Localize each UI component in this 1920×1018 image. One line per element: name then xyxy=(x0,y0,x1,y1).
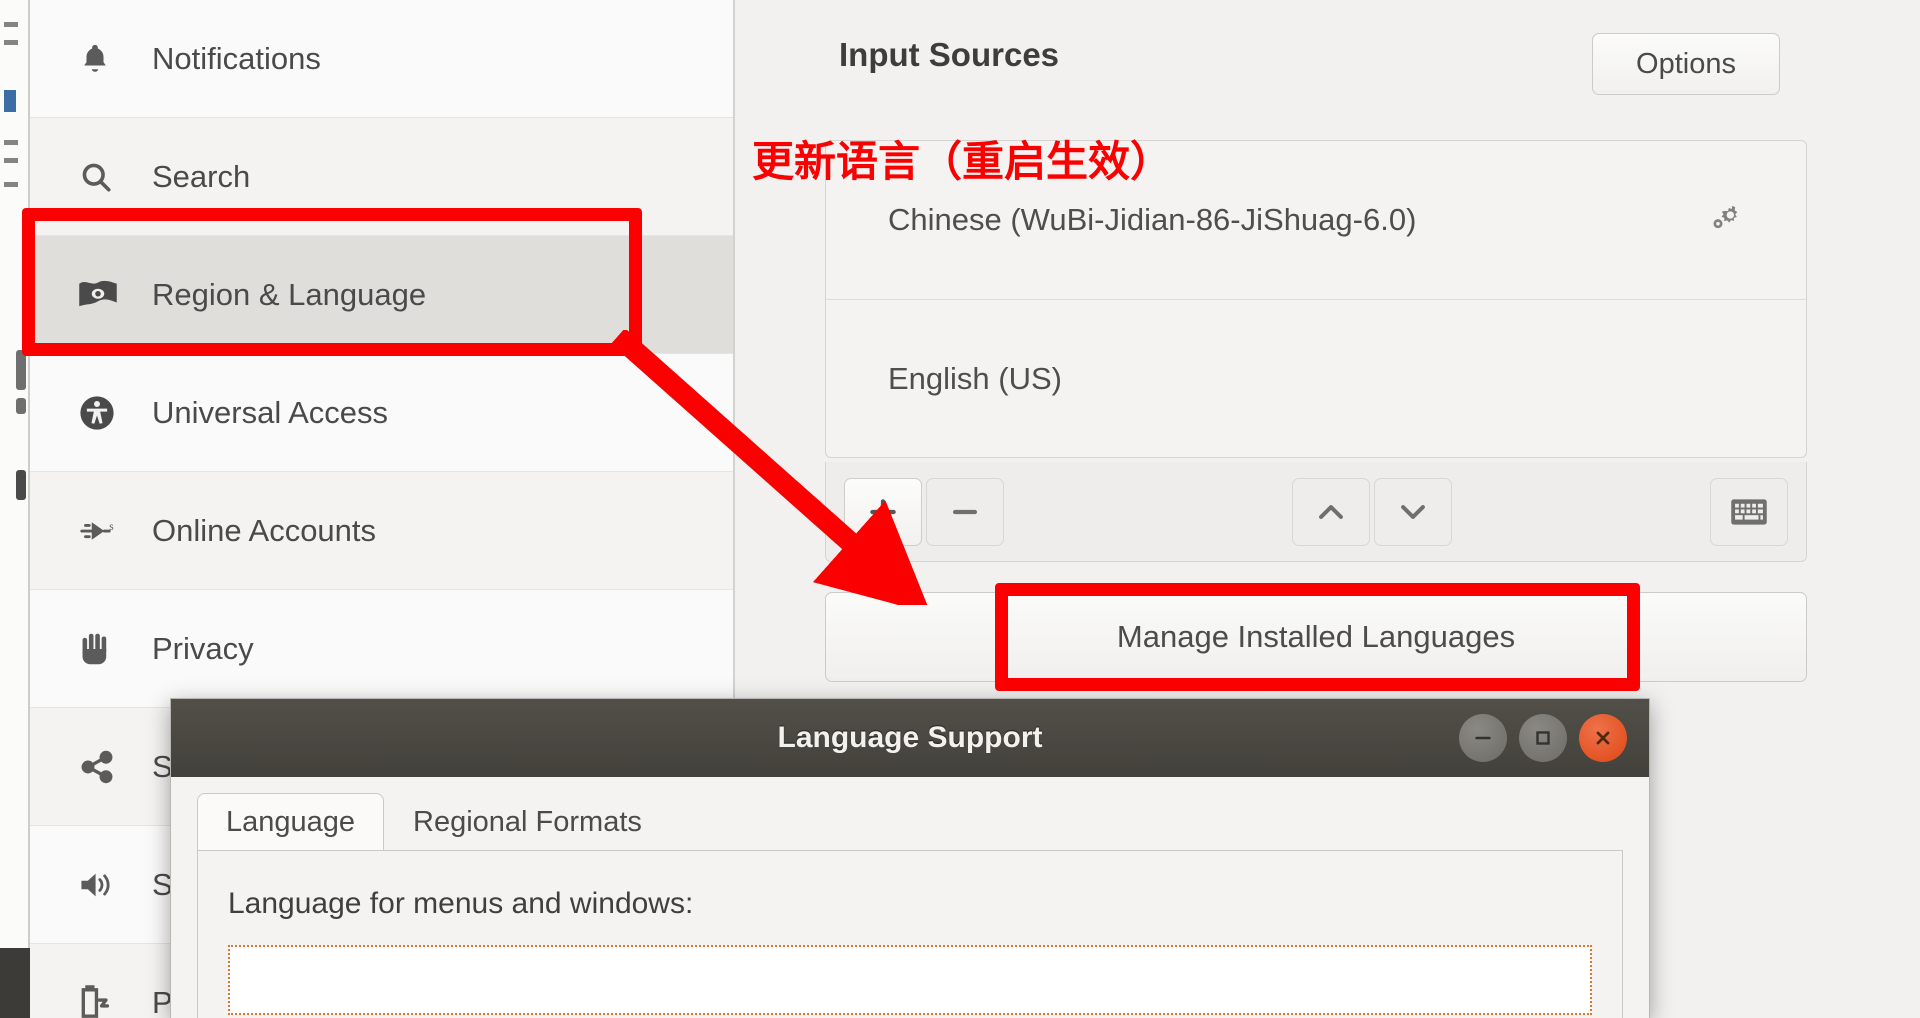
gear-icon[interactable] xyxy=(1704,196,1744,244)
sliver-text-line xyxy=(4,158,18,163)
accessibility-icon xyxy=(78,391,130,435)
input-source-name: English (US) xyxy=(888,360,1062,396)
sidebar-item-search[interactable]: Search xyxy=(30,118,733,236)
tab-language[interactable]: Language xyxy=(197,793,385,851)
sliver-blue-mark xyxy=(4,90,16,112)
search-icon xyxy=(78,155,130,199)
sidebar-item-label: Privacy xyxy=(152,630,254,666)
language-list[interactable] xyxy=(228,945,1592,1015)
speaker-icon xyxy=(78,863,130,907)
input-source-name: Chinese (WuBi-Jidian-86-JiShuag-6.0) xyxy=(888,202,1417,237)
remove-input-source-button[interactable] xyxy=(926,478,1004,546)
minimize-icon[interactable] xyxy=(1459,714,1507,762)
background-window-sliver xyxy=(0,0,30,1018)
maximize-icon[interactable] xyxy=(1519,714,1567,762)
sidebar-item-label: Notifications xyxy=(152,40,321,76)
plug-icon: s xyxy=(78,509,130,553)
sidebar-item-privacy[interactable]: Privacy xyxy=(30,590,733,708)
hand-icon xyxy=(78,627,130,671)
sliver-scrollbar[interactable] xyxy=(16,350,26,390)
input-sources-toolbar xyxy=(825,462,1807,562)
bell-icon xyxy=(78,37,130,81)
page-title: Input Sources xyxy=(839,36,1060,73)
add-input-source-button[interactable] xyxy=(844,478,922,546)
window-controls xyxy=(1459,714,1627,762)
flag-icon xyxy=(78,273,130,317)
sidebar-item-online-accounts[interactable]: s Online Accounts xyxy=(30,472,733,590)
sidebar-item-universal-access[interactable]: Universal Access xyxy=(30,354,733,472)
sidebar-item-label: Search xyxy=(152,158,251,194)
share-icon xyxy=(78,745,130,789)
list-item[interactable]: English (US) xyxy=(826,299,1806,457)
menus-language-label: Language for menus and windows: xyxy=(228,887,694,920)
sidebar-item-region-and-language[interactable]: Region & Language xyxy=(30,236,733,354)
screen: Notifications Search Region & Language U… xyxy=(0,0,1920,1018)
sliver-dark-edge xyxy=(0,948,30,1018)
sliver-text-line xyxy=(4,140,18,145)
sidebar-item-label: Universal Access xyxy=(152,394,389,430)
language-tab-panel: Language for menus and windows: xyxy=(197,851,1623,1018)
manage-installed-languages-button[interactable]: Manage Installed Languages xyxy=(825,592,1807,682)
sliver-text-line xyxy=(4,40,18,45)
annotation-chinese-note: 更新语言（重启生效） xyxy=(752,137,1173,186)
tab-regional-formats[interactable]: Regional Formats xyxy=(384,793,671,851)
move-down-button[interactable] xyxy=(1374,478,1452,546)
sliver-text-line xyxy=(4,182,18,187)
keyboard-icon[interactable] xyxy=(1710,478,1788,546)
svg-text:s: s xyxy=(109,520,113,532)
sidebar-item-label: Region & Language xyxy=(152,276,427,312)
options-button[interactable]: Options xyxy=(1592,33,1780,95)
sidebar-item-label: Online Accounts xyxy=(152,512,377,548)
sliver-scrollbar-thumb[interactable] xyxy=(16,398,26,414)
sliver-text-line xyxy=(4,22,18,27)
battery-icon xyxy=(78,981,130,1018)
dialog-titlebar[interactable]: Language Support xyxy=(171,699,1649,777)
sliver-scroll-marker xyxy=(16,470,26,500)
dialog-title: Language Support xyxy=(777,721,1043,754)
dialog-body: Language Regional Formats Language for m… xyxy=(171,777,1649,1018)
sidebar-item-notifications[interactable]: Notifications xyxy=(30,0,733,118)
language-support-dialog: Language Support Language Regional Forma… xyxy=(170,698,1650,1018)
dialog-tabs: Language Regional Formats xyxy=(197,777,1623,851)
move-up-button[interactable] xyxy=(1292,478,1370,546)
close-icon[interactable] xyxy=(1579,714,1627,762)
